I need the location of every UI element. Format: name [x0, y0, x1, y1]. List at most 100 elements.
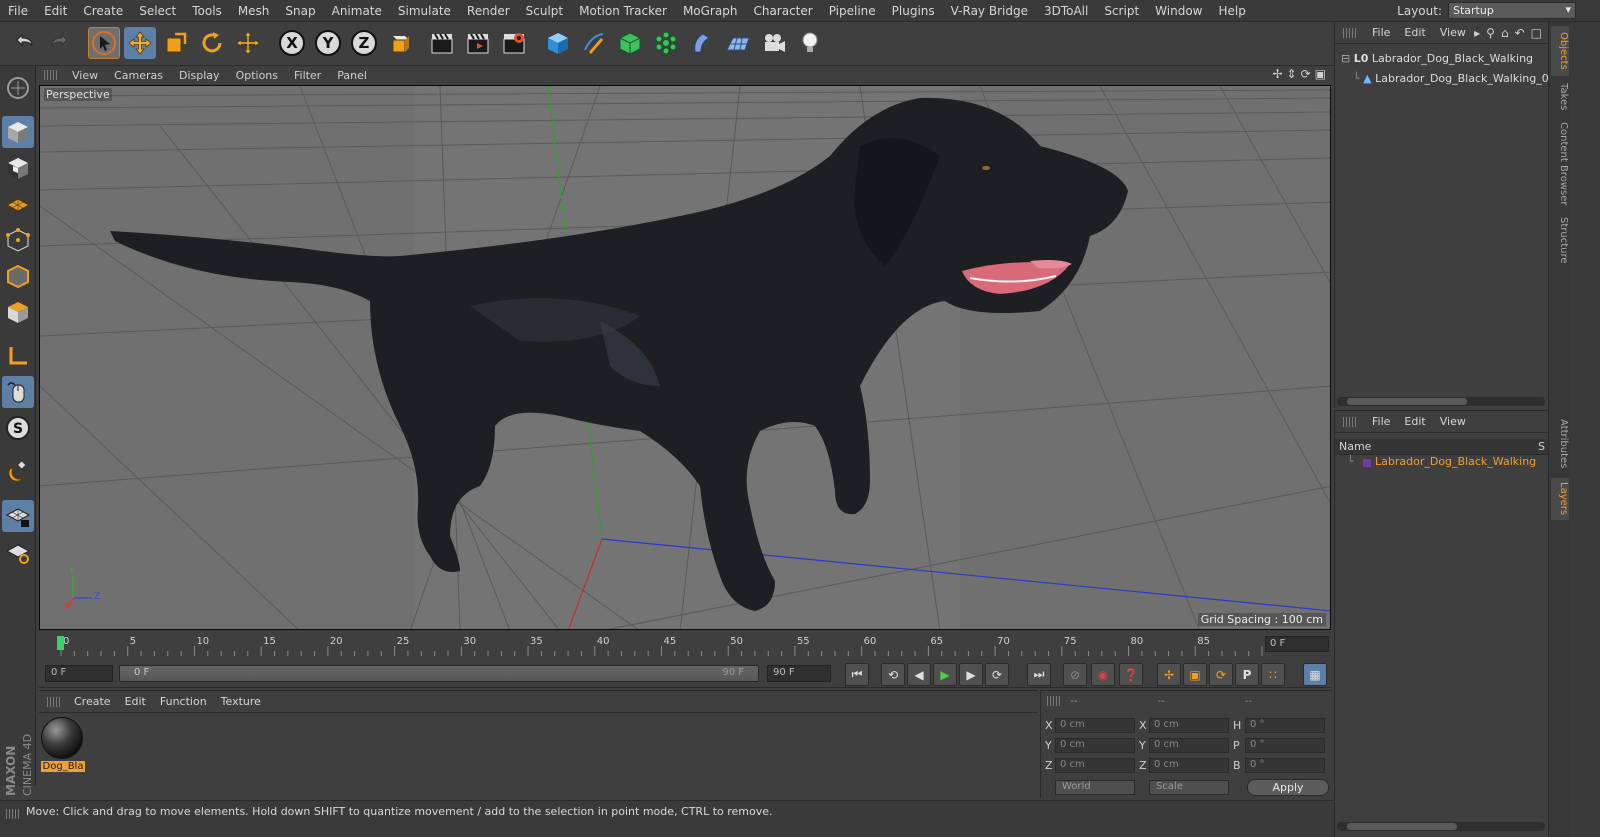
preview-range-slider[interactable]: 0 F 90 F [119, 665, 759, 682]
layout-dropdown[interactable]: Startup [1448, 2, 1576, 19]
record-active-objects-button[interactable]: ◉ [1091, 663, 1115, 686]
texture-mode-button[interactable] [2, 152, 34, 184]
model-mode-button[interactable] [2, 116, 34, 148]
cube-primitive-button[interactable] [542, 27, 574, 59]
tab-objects[interactable]: Objects [1551, 26, 1569, 76]
menu-help[interactable]: Help [1210, 0, 1253, 22]
camera-button[interactable] [758, 27, 790, 59]
material-menu-texture[interactable]: Texture [214, 695, 268, 708]
points-mode-button[interactable] [2, 224, 34, 256]
move-tool-button[interactable] [124, 27, 156, 59]
object-menu-edit[interactable]: Edit [1397, 26, 1432, 39]
end-frame-field[interactable]: 90 F [767, 665, 831, 682]
material-swatch-dog[interactable]: Dog_Bla [41, 717, 85, 775]
planar-workplane-button[interactable] [2, 536, 34, 568]
object-horizontal-scrollbar[interactable] [1337, 397, 1545, 406]
coordinate-space-dropdown[interactable]: World [1055, 780, 1135, 795]
panel-grip-icon[interactable] [1047, 696, 1061, 706]
panel-grip-icon[interactable] [47, 696, 61, 707]
rot-b-field[interactable]: 0 ° [1245, 758, 1325, 773]
tab-content-browser[interactable]: Content Browser [1551, 118, 1569, 210]
lock-y-axis-button[interactable]: Y [312, 27, 344, 59]
undo-button[interactable] [8, 27, 40, 59]
menu-vray-bridge[interactable]: V-Ray Bridge [943, 0, 1036, 22]
maximize-view-icon[interactable]: ▣ [1315, 67, 1326, 81]
apply-button[interactable]: Apply [1247, 779, 1329, 796]
material-menu-function[interactable]: Function [153, 695, 214, 708]
menu-script[interactable]: Script [1096, 0, 1147, 22]
menu-select[interactable]: Select [131, 0, 184, 22]
step-forward-button[interactable]: ▶ [959, 663, 983, 686]
viewport-menu-filter[interactable]: Filter [286, 69, 329, 82]
axis-mode-button[interactable] [2, 340, 34, 372]
cloner-button[interactable] [650, 27, 682, 59]
object-row-root[interactable]: ⊟ L0 Labrador_Dog_Black_Walking [1341, 52, 1533, 65]
menu-3dtoall[interactable]: 3DToAll [1036, 0, 1096, 22]
light-button[interactable] [794, 27, 826, 59]
key-rotation-button[interactable]: ⟳ [1209, 663, 1233, 686]
panel-grip-icon[interactable] [6, 809, 20, 819]
layer-solo-column[interactable]: S [1538, 440, 1545, 453]
key-position-button[interactable]: ✢ [1157, 663, 1181, 686]
deformer-button[interactable] [686, 27, 718, 59]
tweak-mode-button[interactable] [2, 376, 34, 408]
size-x-field[interactable]: 0 cm [1149, 718, 1229, 733]
record-disabled-button[interactable]: ⊘ [1063, 663, 1087, 686]
perspective-viewport[interactable]: Perspective Y Z X Grid Spacing : 100 cm [39, 85, 1331, 630]
menu-pipeline[interactable]: Pipeline [821, 0, 884, 22]
menu-snap[interactable]: Snap [277, 0, 323, 22]
viewport-menu-cameras[interactable]: Cameras [106, 69, 171, 82]
transform-tool-button[interactable] [232, 27, 264, 59]
timeline-window-button[interactable]: ▦ [1303, 663, 1327, 686]
expand-arrow-icon[interactable]: ▸ [1474, 26, 1480, 40]
menu-simulate[interactable]: Simulate [390, 0, 459, 22]
size-y-field[interactable]: 0 cm [1149, 738, 1229, 753]
layer-horizontal-scrollbar[interactable] [1337, 822, 1545, 831]
viewport-menu-panel[interactable]: Panel [329, 69, 375, 82]
lock-z-axis-button[interactable]: Z [348, 27, 380, 59]
render-settings-button[interactable] [498, 27, 530, 59]
key-scale-button[interactable]: ▣ [1183, 663, 1207, 686]
tab-takes[interactable]: Takes [1551, 78, 1569, 116]
material-menu-edit[interactable]: Edit [118, 695, 153, 708]
current-frame-field[interactable]: 0 F [1265, 636, 1329, 652]
edges-mode-button[interactable] [2, 260, 34, 292]
snap-button[interactable] [2, 456, 34, 488]
menu-edit[interactable]: Edit [36, 0, 75, 22]
layer-name-column[interactable]: Name [1339, 440, 1371, 453]
collapse-icon[interactable]: ⊟ [1341, 52, 1350, 65]
scrollbar-thumb[interactable] [1347, 398, 1467, 405]
subdivision-surface-button[interactable] [614, 27, 646, 59]
scale-tool-button[interactable] [160, 27, 192, 59]
pos-z-field[interactable]: 0 cm [1055, 758, 1135, 773]
goto-end-button[interactable]: ⏭ [1027, 663, 1051, 686]
menu-animate[interactable]: Animate [324, 0, 390, 22]
search-icon[interactable]: ⚲ [1486, 26, 1495, 40]
menu-tools[interactable]: Tools [184, 0, 230, 22]
menu-create[interactable]: Create [75, 0, 131, 22]
pos-y-field[interactable]: 0 cm [1055, 738, 1135, 753]
dolly-view-icon[interactable]: ⇕ [1287, 67, 1297, 81]
key-point-level-button[interactable]: ∷ [1261, 663, 1285, 686]
menu-render[interactable]: Render [459, 0, 518, 22]
pen-spline-button[interactable] [578, 27, 610, 59]
step-back-button[interactable]: ◀ [907, 663, 931, 686]
tab-structure[interactable]: Structure [1551, 212, 1569, 268]
menu-motion-tracker[interactable]: Motion Tracker [571, 0, 675, 22]
key-parameter-button[interactable]: P [1235, 663, 1259, 686]
live-selection-button[interactable] [88, 27, 120, 59]
layer-menu-view[interactable]: View [1433, 415, 1473, 428]
render-to-picture-viewer-button[interactable] [462, 27, 494, 59]
scrollbar-thumb[interactable] [1347, 823, 1457, 830]
object-row-mesh[interactable]: └ ▲ Labrador_Dog_Black_Walking_00 [1353, 72, 1556, 85]
workplane-mode-button[interactable] [2, 188, 34, 220]
pos-x-field[interactable]: 0 cm [1055, 718, 1135, 733]
timeline-ruler[interactable]: 051015202530354045505560657075808590 0 F [39, 632, 1331, 658]
menu-mesh[interactable]: Mesh [230, 0, 278, 22]
viewport-camera-label[interactable]: Perspective [44, 88, 112, 101]
size-mode-dropdown[interactable]: Scale [1149, 780, 1229, 795]
layer-menu-edit[interactable]: Edit [1397, 415, 1432, 428]
autokeying-button[interactable]: ❓ [1119, 663, 1143, 686]
menu-file[interactable]: File [0, 0, 36, 22]
goto-next-key-button[interactable]: ⟳ [985, 663, 1009, 686]
